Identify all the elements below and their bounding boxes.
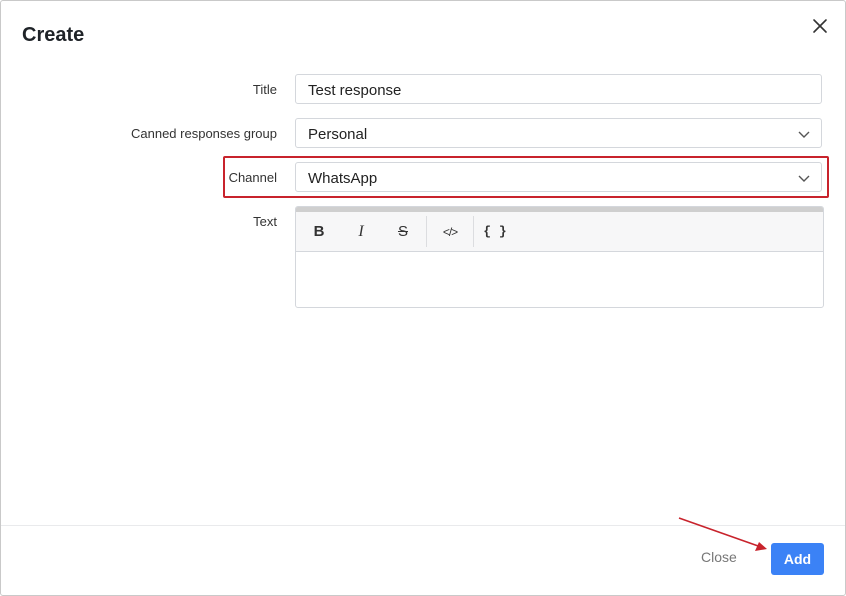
title-label: Title [252,82,277,97]
close-icon[interactable] [810,16,830,36]
group-select-value: Personal [308,126,368,143]
group-label: Canned responses group [131,126,277,141]
group-select[interactable]: Personal [295,118,822,148]
chevron-down-icon [798,131,810,138]
title-input[interactable]: Test response [295,74,822,104]
channel-select-value: WhatsApp [308,170,378,187]
editor-toolbar: B I S </> { } [296,212,823,252]
text-label: Text [253,214,277,229]
channel-select[interactable]: WhatsApp [295,162,822,192]
text-editor: B I S </> { } [295,206,824,308]
dialog-title: Create [22,24,85,46]
title-input-value: Test response [308,82,402,99]
annotation-arrow-icon [678,517,767,551]
chevron-down-icon [798,175,810,182]
strikethrough-button[interactable]: S [382,212,424,251]
add-button[interactable]: Add [771,543,824,575]
toolbar-divider [426,216,427,247]
italic-button[interactable]: I [340,212,382,251]
create-dialog: Create Title Test response Canned respon… [0,0,846,596]
variables-button[interactable]: { } [474,212,516,251]
editor-content-area[interactable] [296,252,823,307]
channel-label: Channel [228,170,277,185]
bold-button[interactable]: B [298,212,340,251]
code-button[interactable]: </> [429,212,471,251]
